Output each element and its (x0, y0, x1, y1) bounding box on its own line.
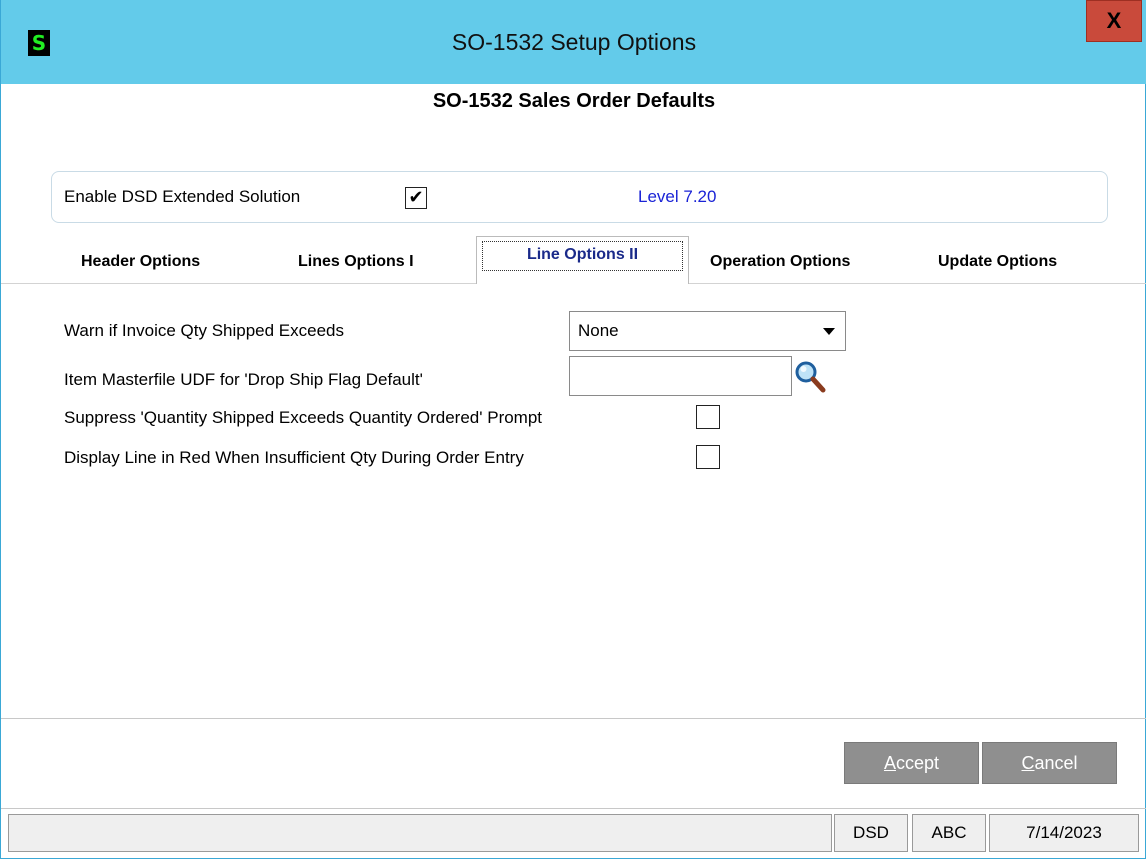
accept-label: ccept (895, 753, 940, 773)
enable-dsd-checkbox[interactable]: ✔ (405, 187, 427, 209)
dropdown-arrow-icon (823, 328, 835, 335)
suppress-prompt-label: Suppress 'Quantity Shipped Exceeds Quant… (64, 408, 543, 427)
magnifier-icon[interactable] (794, 360, 826, 394)
accept-button[interactable]: Accept (844, 742, 979, 784)
level-text: Level 7.20 (638, 187, 717, 206)
warn-qty-label: Warn if Invoice Qty Shipped Exceeds (64, 321, 345, 340)
tab-line-options-ii-label: Line Options II (482, 241, 683, 271)
tab-update-options[interactable]: Update Options (938, 250, 1057, 274)
status-message-cell (8, 814, 832, 852)
window-title: SO-1532 Setup Options (451, 29, 697, 55)
suppress-prompt-checkbox[interactable] (696, 405, 720, 429)
red-line-label: Display Line in Red When Insufficient Qt… (64, 448, 524, 467)
status-user-cell: ABC (912, 814, 986, 852)
enable-dsd-label: Enable DSD Extended Solution (64, 187, 301, 206)
tab-lines-options-i[interactable]: Lines Options I (298, 250, 414, 274)
page-heading: SO-1532 Sales Order Defaults (432, 90, 716, 112)
status-date-cell: 7/14/2023 (989, 814, 1139, 852)
cancel-button[interactable]: Cancel (982, 742, 1117, 784)
status-company-cell: DSD (834, 814, 908, 852)
warn-qty-select[interactable]: None (569, 311, 846, 351)
cancel-hotkey: C (1021, 753, 1035, 773)
udf-input[interactable] (569, 356, 792, 396)
red-line-checkbox[interactable] (696, 445, 720, 469)
tab-line-options-ii[interactable]: Line Options II (476, 236, 689, 284)
footer-divider (1, 718, 1146, 719)
udf-label: Item Masterfile UDF for 'Drop Ship Flag … (64, 370, 423, 389)
tab-header-options[interactable]: Header Options (81, 250, 200, 274)
warn-qty-value: None (578, 321, 619, 340)
close-button[interactable]: X (1086, 0, 1142, 42)
setup-options-window: S SO-1532 Setup Options X SO-1532 Sales … (0, 0, 1146, 859)
title-bar: S SO-1532 Setup Options X (1, 0, 1146, 84)
accept-hotkey: A (883, 753, 896, 773)
tab-operation-options[interactable]: Operation Options (710, 250, 850, 274)
cancel-label: ancel (1034, 753, 1078, 773)
statusbar-divider (1, 808, 1146, 809)
